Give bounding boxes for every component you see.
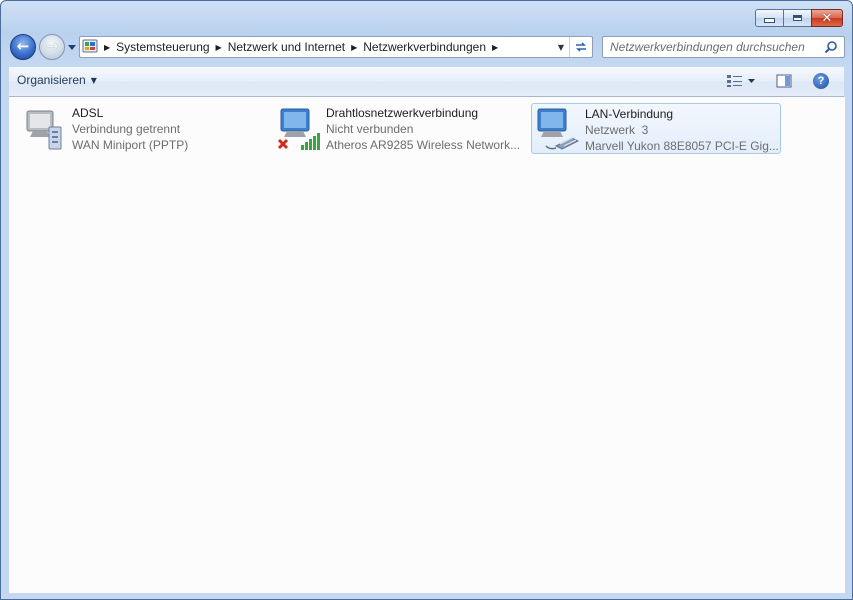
details-view-icon: [727, 75, 742, 87]
connection-device: Marvell Yukon 88E8057 PCI-E Gig...: [585, 139, 779, 153]
connection-status: Verbindung getrennt: [72, 122, 181, 136]
breadcrumb-netzwerk-und-internet[interactable]: Netzwerk und Internet: [228, 40, 345, 54]
help-button[interactable]: ?: [813, 73, 829, 89]
help-icon: ?: [817, 75, 825, 87]
connections-list: ADSL Verbindung getrennt WAN Miniport (P…: [9, 97, 845, 593]
minimize-button[interactable]: [755, 9, 783, 27]
search-box[interactable]: [602, 36, 845, 58]
change-view-button[interactable]: [726, 73, 762, 89]
command-bar: Organisieren ▼ ?: [9, 67, 844, 97]
back-button[interactable]: ←: [10, 34, 36, 60]
connection-status: Netzwerk 3: [585, 123, 649, 137]
search-input[interactable]: [604, 38, 820, 56]
refresh-icon: [576, 42, 586, 52]
recent-pages-button[interactable]: [67, 40, 77, 54]
back-arrow-icon: ←: [16, 37, 30, 55]
lan-connection-icon: [534, 106, 582, 154]
control-panel-icon: [82, 39, 98, 55]
close-button[interactable]: ✕: [811, 9, 843, 27]
connection-status: Nicht verbunden: [326, 122, 414, 136]
connection-details: Drahtlosnetzwerkverbindung Nicht verbund…: [326, 105, 520, 153]
preview-pane-button[interactable]: [776, 73, 792, 89]
chevron-down-icon: ▼: [557, 42, 565, 52]
search-icon[interactable]: [824, 40, 838, 54]
address-history-button[interactable]: ▼: [552, 37, 570, 57]
connection-item-wireless[interactable]: Drahtlosnetzwerkverbindung Nicht verbund…: [273, 103, 523, 154]
breadcrumb-systemsteuerung[interactable]: Systemsteuerung: [116, 40, 209, 54]
organize-menu-button[interactable]: Organisieren ▼: [17, 73, 97, 87]
breadcrumb-arrow-icon[interactable]: ▶: [216, 43, 222, 52]
connection-device: WAN Miniport (PPTP): [72, 138, 189, 152]
wireless-connection-icon: [275, 105, 323, 153]
forward-button[interactable]: →: [39, 34, 65, 60]
modem-connection-icon: [21, 105, 69, 153]
maximize-button[interactable]: [783, 9, 811, 27]
address-bar[interactable]: ▶ Systemsteuerung ▶ Netzwerk und Interne…: [79, 36, 593, 58]
refresh-button[interactable]: [569, 37, 592, 57]
connection-details: LAN-Verbindung Netzwerk 3 Marvell Yukon …: [585, 106, 779, 154]
connection-details: ADSL Verbindung getrennt WAN Miniport (P…: [72, 105, 188, 153]
connection-name: LAN-Verbindung: [585, 107, 674, 121]
connection-device: Atheros AR9285 Wireless Network...: [326, 138, 521, 152]
connection-name: ADSL: [72, 106, 104, 120]
connection-item-lan[interactable]: LAN-Verbindung Netzwerk 3 Marvell Yukon …: [531, 103, 781, 154]
minimize-icon: [764, 18, 775, 23]
chevron-down-icon: [68, 45, 76, 50]
explorer-window: ✕ ← → ▶ Systemsteuerung ▶ Netzwerk und I…: [0, 0, 853, 600]
chevron-down-icon: [748, 79, 755, 83]
caption-buttons: ✕: [755, 9, 843, 27]
breadcrumb-netzwerkverbindungen[interactable]: Netzwerkverbindungen: [363, 40, 486, 54]
close-icon: ✕: [821, 10, 833, 26]
connection-name: Drahtlosnetzwerkverbindung: [326, 106, 479, 120]
chevron-down-icon: ▼: [90, 75, 97, 85]
navigation-bar: ← → ▶ Systemsteuerung ▶ Netzwerk und Int…: [10, 34, 845, 60]
maximize-icon: [793, 15, 802, 21]
forward-arrow-icon: →: [45, 37, 59, 55]
breadcrumb-arrow-icon[interactable]: ▶: [492, 43, 498, 52]
preview-pane-icon: [776, 74, 792, 88]
organize-label: Organisieren: [17, 73, 86, 87]
breadcrumb-arrow-icon[interactable]: ▶: [351, 43, 357, 52]
breadcrumb-arrow-icon[interactable]: ▶: [104, 43, 110, 52]
connection-item-adsl[interactable]: ADSL Verbindung getrennt WAN Miniport (P…: [19, 103, 269, 154]
